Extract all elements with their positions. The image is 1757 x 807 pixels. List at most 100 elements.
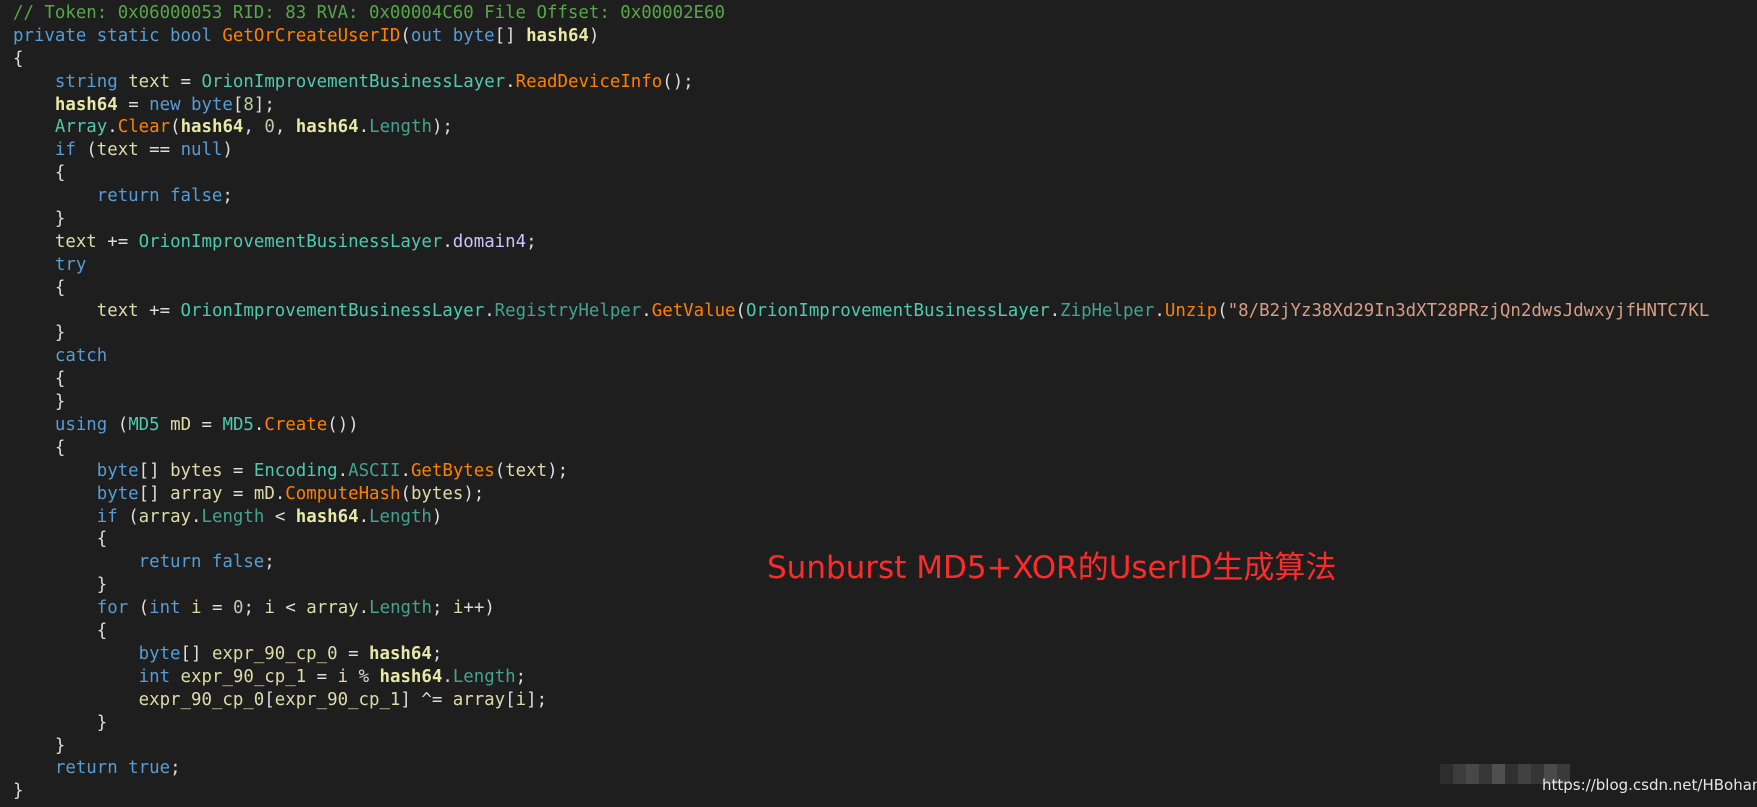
code-token: null: [180, 140, 223, 161]
code-token: array: [452, 689, 506, 710]
mosaic-block: [1440, 764, 1453, 784]
code-token: ReadDeviceInfo: [515, 71, 663, 92]
code-token: 8: [243, 94, 254, 115]
code-token: Clear: [117, 117, 171, 138]
code-line: }: [13, 322, 1709, 345]
code-token: mD: [170, 415, 192, 436]
code-token: .: [442, 231, 453, 252]
code-token: }: [13, 781, 24, 802]
code-token: {: [13, 369, 66, 390]
code-token: );: [547, 460, 569, 481]
code-token: expr_90_cp_0: [211, 643, 338, 664]
code-token: ;: [526, 231, 537, 252]
code-token: hash64: [295, 506, 359, 527]
code-token: );: [431, 117, 453, 138]
code-token: .: [337, 460, 349, 481]
code-token: i: [515, 689, 527, 710]
code-token: "8/B2jYz38Xd29In3dXT28PRzjQn2dwsJdwxyjfH…: [1227, 300, 1710, 321]
code-token: .: [358, 117, 370, 138]
code-token: }: [13, 575, 108, 596]
code-token: text: [54, 231, 97, 252]
code-line: if (text == null): [13, 139, 1709, 162]
code-token: .: [442, 666, 453, 687]
code-line: hash64 = new byte[8];: [13, 94, 1709, 117]
code-token: =: [117, 94, 150, 115]
code-token: catch: [54, 346, 108, 367]
mosaic-block: [1505, 764, 1518, 784]
code-line: private static bool GetOrCreateUserID(ou…: [13, 25, 1709, 48]
code-token: .: [400, 460, 411, 481]
code-token: MD5: [128, 415, 160, 436]
code-token: ;: [515, 666, 527, 687]
code-line: text += OrionImprovementBusinessLayer.Re…: [13, 300, 1710, 323]
code-token: return true: [54, 758, 171, 779]
code-token: hash64: [295, 117, 359, 138]
code-token: out byte: [410, 25, 495, 46]
code-token: ZipHelper: [1060, 300, 1155, 321]
code-line: return false;: [13, 185, 1709, 208]
code-token: hash64: [369, 643, 432, 664]
code-token: ,: [274, 117, 296, 138]
code-token: =: [170, 71, 202, 92]
mosaic-block: [1518, 764, 1531, 784]
code-line: {: [13, 437, 1709, 460]
mosaic-block: [1466, 764, 1479, 784]
code-token: (: [400, 483, 411, 504]
code-token: =: [306, 666, 338, 687]
code-token: Create: [264, 415, 328, 436]
code-token: text: [128, 71, 171, 92]
code-token: .: [358, 506, 370, 527]
code-token: }: [13, 392, 66, 413]
code-token: Array: [54, 117, 108, 138]
code-token: (: [170, 117, 181, 138]
code-token: }: [13, 712, 108, 733]
code-token: ): [588, 25, 600, 46]
code-token: ;: [431, 598, 453, 619]
code-token: .: [1154, 300, 1165, 321]
code-token: for: [96, 598, 129, 619]
code-token: []: [138, 460, 171, 481]
code-token: Length: [452, 666, 516, 687]
code-token: Encoding: [253, 460, 338, 481]
code-token: ++): [463, 598, 495, 619]
code-token: [: [505, 689, 516, 710]
code-token: );: [463, 483, 485, 504]
code-token: [: [264, 689, 275, 710]
code-token: mD: [253, 483, 275, 504]
code-token: OrionImprovementBusinessLayer: [138, 231, 443, 252]
code-line: }: [13, 391, 1709, 414]
code-token: []: [138, 483, 171, 504]
code-token: expr_90_cp_1: [274, 689, 401, 710]
code-token: {: [13, 621, 108, 642]
code-token: (: [735, 300, 746, 321]
code-token: private static bool: [13, 25, 223, 46]
code-token: .: [641, 300, 652, 321]
code-token: ] ^=: [400, 689, 453, 710]
mosaic-block: [1492, 764, 1505, 784]
code-line: // Token: 0x06000053 RID: 83 RVA: 0x0000…: [13, 2, 1709, 25]
code-token: .: [358, 598, 370, 619]
code-token: text: [505, 460, 548, 481]
code-token: return false: [96, 186, 223, 207]
code-token: Length: [201, 506, 265, 527]
code-line: }: [13, 208, 1709, 231]
code-token: RegistryHelper: [494, 300, 642, 321]
code-token: (: [107, 415, 129, 436]
code-line: {: [13, 368, 1709, 391]
code-line: text += OrionImprovementBusinessLayer.do…: [13, 231, 1709, 254]
code-token: .: [253, 415, 265, 436]
code-line: }: [13, 735, 1709, 758]
code-token: {: [13, 277, 66, 298]
code-token: .: [274, 483, 286, 504]
code-token: byte: [96, 483, 139, 504]
